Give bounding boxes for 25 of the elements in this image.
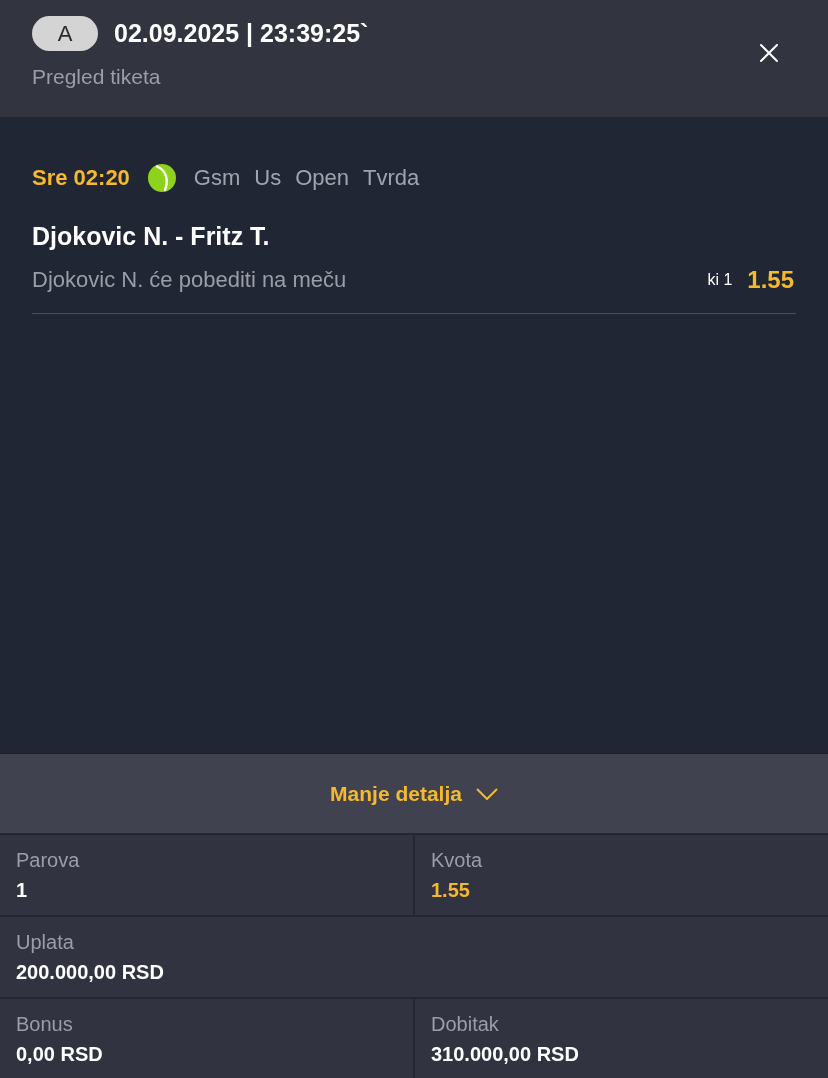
count-value: 1 [16, 878, 28, 903]
competition-tag: Tvrda [363, 165, 420, 191]
ticket-badge: A [32, 16, 98, 51]
event-time: Sre 02:20 [32, 165, 130, 191]
bet-selection: Djokovic N. će pobediti na meču [32, 267, 347, 293]
odds-value: 1.55 [431, 878, 470, 903]
competition-tag: Us [254, 165, 282, 191]
ticket-subtitle: Pregled tiketa [32, 64, 161, 90]
summary-label: Parova [16, 848, 80, 873]
tennis-ball-icon [146, 163, 177, 193]
summary-label: Uplata [16, 930, 74, 955]
toggle-details-button[interactable]: Manje detalja [0, 753, 828, 833]
close-icon[interactable] [759, 43, 779, 63]
competition-tag: Open [295, 165, 350, 191]
odds-value: 1.55 [747, 266, 794, 294]
competition-tag: Gsm [193, 165, 241, 191]
summary-label: Dobitak [431, 1011, 499, 1037]
summary-label: Kvota [431, 848, 483, 873]
amount-value: 0,00 RSD [16, 1041, 103, 1067]
ticket-datetime: 02.09.2025 | 23:39:25` [114, 19, 369, 48]
amount-value: 310.000,00 RSD [431, 1041, 579, 1067]
summary-label: Bonus [16, 1011, 73, 1037]
market-code: ki 1 [707, 271, 733, 289]
match-title: Djokovic N. - Fritz T. [32, 221, 270, 251]
amount-value: 200.000,00 RSD [16, 960, 164, 985]
